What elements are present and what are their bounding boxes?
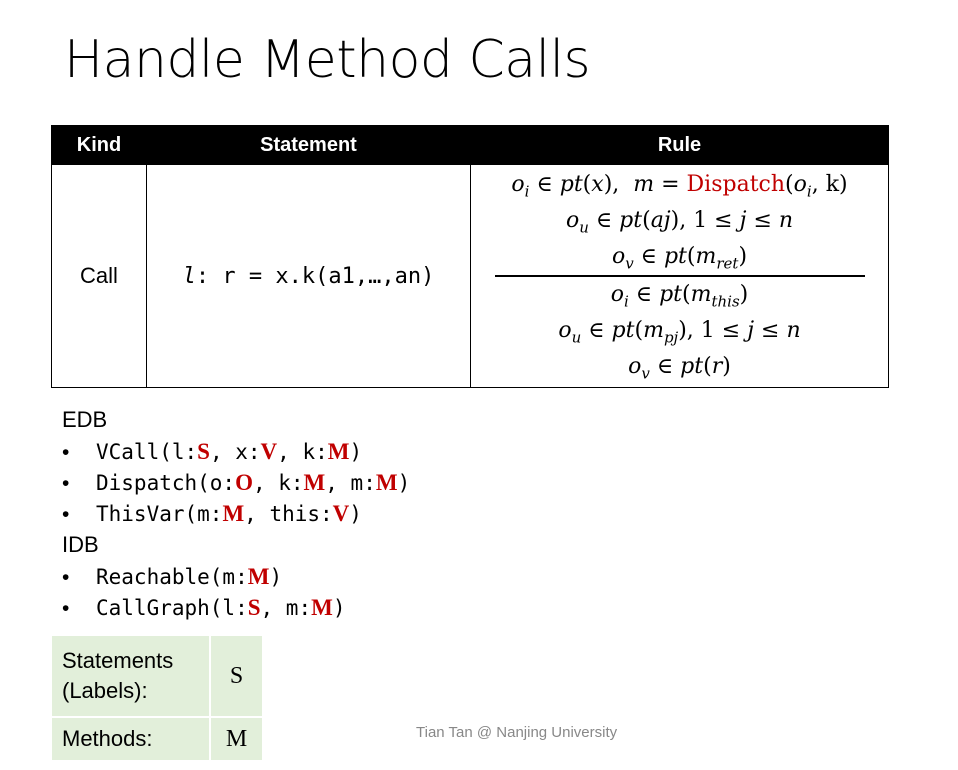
table-header-row: Kind Statement Rule [51,125,889,165]
type-symbol: M [311,595,333,620]
predicate-text: ) [349,440,363,464]
idb-heading: IDB [62,532,99,557]
list-item: • ThisVar(m:M, this:V) [62,498,622,529]
conclusion-3: ov ∈ pt(r) [628,354,731,383]
predicate-text: CallGraph(l: [96,596,248,620]
header-rule: Rule [470,125,889,165]
type-symbol: V [260,439,278,464]
statement-cell: l: r = x.k(a1,…,an) [146,164,471,388]
predicate-text: Reachable(m: [96,565,248,589]
legend-statements-symbol: S [209,636,262,718]
header-kind: Kind [51,125,147,165]
rule-cell: oi ∈ pt(x), m = Dispatch(oi, k) ou ∈ pt(… [470,164,889,388]
bullet-icon: • [62,503,70,526]
type-symbol: M [222,501,245,526]
relations-list: EDB • VCall(l:S, x:V, k:M) • Dispatch(o:O, … [62,404,622,623]
statement-label: l [182,263,196,289]
list-item: • Reachable(m:M) [62,561,622,592]
page-title: Handle Method Calls [64,30,591,90]
predicate-text: ) [349,502,362,526]
bullet-icon: • [62,597,70,620]
conclusion-1: oi ∈ pt(mthis) [610,282,749,311]
type-symbol: M [247,564,270,589]
premise-3: ov ∈ pt(mret) [611,244,748,273]
predicate-text: , x: [209,440,261,464]
list-item: • VCall(l:S, x:V, k:M) [62,436,622,467]
bullet-icon: • [62,472,70,495]
type-symbol: S [197,439,210,464]
edb-heading: EDB [62,407,108,432]
legend-methods-symbol: M [209,717,262,760]
predicate-text: , m: [325,471,376,495]
predicate-text: , k: [277,440,328,464]
header-statement: Statement [146,125,471,165]
predicate-text: VCall(l: [96,440,198,464]
predicate-text: , this: [244,502,333,526]
type-symbol: S [247,595,261,620]
predicate-text: ) [269,565,283,589]
predicate-text: , k: [252,471,304,495]
premise-2: ou ∈ pt(aj), 1 ≤ j ≤ n [565,208,794,237]
legend-methods-label: Methods: [62,726,153,751]
predicate-text: ) [397,471,411,495]
kind-cell: Call [51,164,147,388]
predicate-text: Dispatch(o: [96,471,236,495]
legend-statements-label: Statements (Labels): [52,636,210,718]
type-symbol: V [332,501,350,526]
list-item: • Dispatch(o:O, k:M, m:M) [62,467,622,498]
conclusion-2: ou ∈ pt(mpj), 1 ≤ j ≤ n [558,318,801,347]
type-legend: Statements (Labels): S Methods: M [52,636,262,760]
statement-code: : r = x.k(a1,…,an) [195,263,435,289]
idb-list: • Reachable(m:M) • CallGraph(l:S, m:M) [62,561,622,623]
bullet-icon: • [62,566,70,589]
footer-credit: Tian Tan @ Nanjing University [416,724,618,741]
type-symbol: M [375,470,398,495]
bullet-icon: • [62,441,70,464]
type-symbol: M [303,470,326,495]
type-symbol: M [327,439,350,464]
edb-list: • VCall(l:S, x:V, k:M) • Dispatch(o:O, k:M,… [62,436,622,529]
rule-table: Kind Statement Rule Call l: r = x.k(a1,…… [51,125,889,388]
type-symbol: O [235,470,253,495]
predicate-text: ThisVar(m: [96,502,223,526]
premise-1: oi ∈ pt(x), m = Dispatch(oi, k) [511,172,848,201]
list-item: • CallGraph(l:S, m:M) [62,592,622,623]
predicate-text: , m: [260,596,312,620]
table-row: Call l: r = x.k(a1,…,an) oi ∈ pt(x), m =… [51,164,889,388]
predicate-text: ) [332,596,346,620]
